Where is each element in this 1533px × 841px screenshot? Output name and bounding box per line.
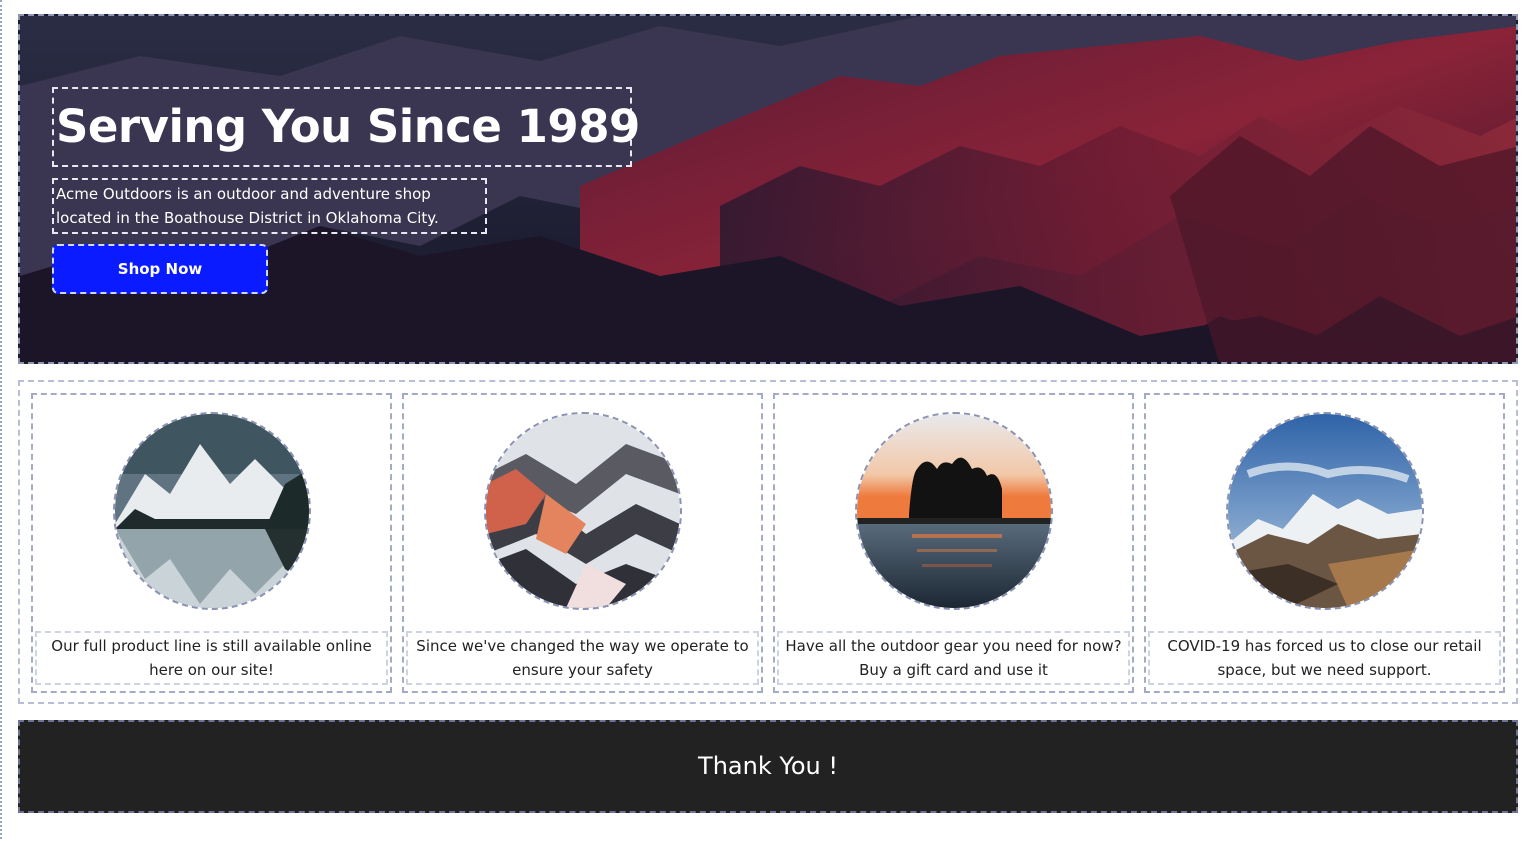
card-image-mountain-peaks xyxy=(1226,412,1424,610)
hero-title: Serving You Since 1989 xyxy=(52,87,640,167)
hero-banner: Serving You Since 1989 Acme Outdoors is … xyxy=(18,14,1518,364)
card-image-mountain-lake xyxy=(113,412,311,610)
feature-card: Our full product line is still available… xyxy=(31,393,392,693)
card-image-snowy-ridges xyxy=(484,412,682,610)
features-section: Our full product line is still available… xyxy=(18,380,1518,704)
thank-you-footer: Thank You ! xyxy=(18,720,1518,813)
card-caption: COVID-19 has forced us to close our reta… xyxy=(1148,631,1501,685)
card-caption: Have all the outdoor gear you need for n… xyxy=(777,631,1130,685)
hero-description: Acme Outdoors is an outdoor and adventur… xyxy=(52,178,487,234)
feature-card: Have all the outdoor gear you need for n… xyxy=(773,393,1134,693)
feature-card: Since we've changed the way we operate t… xyxy=(402,393,763,693)
card-caption: Since we've changed the way we operate t… xyxy=(406,631,759,685)
card-caption: Our full product line is still available… xyxy=(35,631,388,685)
card-image-tree-sunset xyxy=(855,412,1053,610)
shop-now-button[interactable]: Shop Now xyxy=(52,244,268,294)
feature-card: COVID-19 has forced us to close our reta… xyxy=(1144,393,1505,693)
